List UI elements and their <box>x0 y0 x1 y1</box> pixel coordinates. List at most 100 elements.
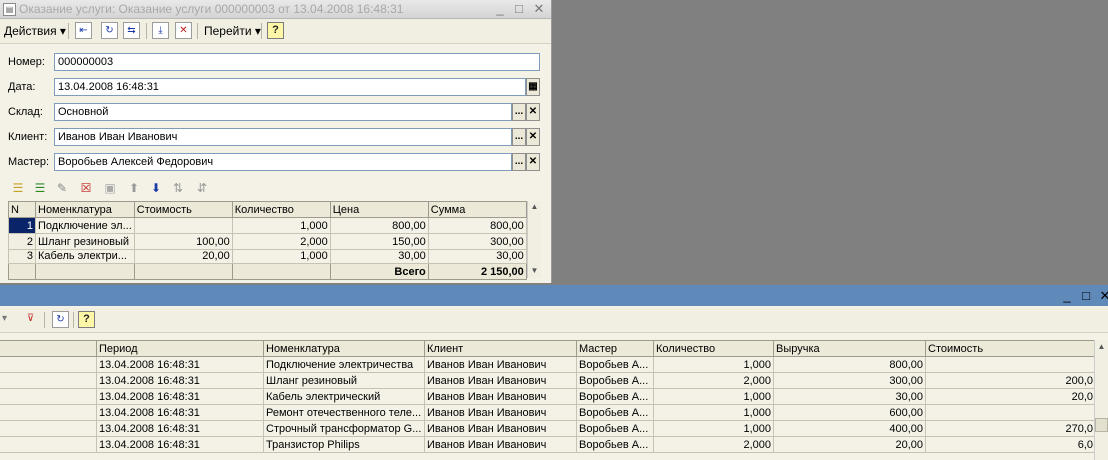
help-icon[interactable]: ? <box>267 22 284 39</box>
quantity-cell[interactable]: 1,000 <box>231 217 331 234</box>
period-cell[interactable]: 13.04.2008 16:48:31 <box>96 372 264 389</box>
date-field[interactable]: 13.04.2008 16:48:31 <box>54 78 526 96</box>
warehouse-select-button[interactable]: ... <box>512 103 526 121</box>
table-row[interactable]: 13.04.2008 16:48:31 Ремонт отечественног… <box>0 404 1096 421</box>
column-header[interactable]: Мастер <box>576 340 654 357</box>
cost-cell[interactable]: 6,0 <box>925 436 1096 453</box>
sum-cell[interactable]: 800,00 <box>427 217 527 234</box>
cost-cell[interactable]: 20,0 <box>925 388 1096 405</box>
cost-cell[interactable]: 270,0 <box>925 420 1096 437</box>
master-cell[interactable]: Воробьев А... <box>576 436 654 453</box>
revenue-cell[interactable]: 600,00 <box>773 404 926 421</box>
item-cell[interactable]: Строчный трансформатор G... <box>263 420 425 437</box>
sort-desc-icon[interactable]: ⇵ <box>194 180 210 196</box>
master-select-button[interactable]: ... <box>512 153 526 171</box>
maximize-button[interactable]: □ <box>1078 288 1094 303</box>
column-header[interactable]: Номенклатура <box>35 201 135 218</box>
row-marker-cell[interactable] <box>0 420 97 437</box>
column-header[interactable]: Стоимость <box>133 201 233 218</box>
table-row[interactable]: 13.04.2008 16:48:31 Подключение электрич… <box>0 356 1096 373</box>
goto-menu-button[interactable]: Перейти ▾ <box>204 24 261 38</box>
row-marker-cell[interactable] <box>0 404 97 421</box>
post-document-icon[interactable]: ⤓ <box>152 22 169 39</box>
quantity-cell[interactable]: 1,000 <box>653 356 774 373</box>
move-down-icon[interactable]: ⬇ <box>148 180 164 196</box>
price-cell[interactable]: 800,00 <box>329 217 429 234</box>
column-header[interactable]: Стоимость <box>925 340 1096 357</box>
row-number[interactable]: 1 <box>8 217 36 234</box>
revenue-cell[interactable]: 300,00 <box>773 372 926 389</box>
warehouse-field[interactable]: Основной <box>54 103 512 121</box>
item-cell[interactable]: Шланг резиновый <box>263 372 425 389</box>
document-window-titlebar[interactable]: ▤ Оказание услуги: Оказание услуги 00000… <box>0 0 551 19</box>
item-cell[interactable]: Шланг резиновый <box>35 233 135 250</box>
client-cell[interactable]: Иванов Иван Иванович <box>424 420 577 437</box>
item-cell[interactable]: Кабель электрический <box>263 388 425 405</box>
table-row[interactable]: 13.04.2008 16:48:31 Шланг резиновый Иван… <box>0 372 1096 389</box>
quantity-cell[interactable]: 2,000 <box>653 436 774 453</box>
master-cell[interactable]: Воробьев А... <box>576 388 654 405</box>
item-cell[interactable]: Подключение электричества <box>263 356 425 373</box>
period-cell[interactable]: 13.04.2008 16:48:31 <box>96 356 264 373</box>
table-row[interactable]: 13.04.2008 16:48:31 Строчный трансформат… <box>0 420 1096 437</box>
period-cell[interactable]: 13.04.2008 16:48:31 <box>96 436 264 453</box>
close-button[interactable]: ✕ <box>1097 288 1108 303</box>
cost-cell[interactable] <box>133 217 233 234</box>
minimize-button[interactable]: _ <box>492 1 508 16</box>
column-header[interactable]: Номенклатура <box>263 340 425 357</box>
quantity-cell[interactable]: 1,000 <box>653 404 774 421</box>
item-cell[interactable]: Ремонт отечественного теле... <box>263 404 425 421</box>
filter-icon[interactable]: ▾ <box>0 311 13 328</box>
calendar-icon[interactable]: ▦ <box>526 78 540 96</box>
table-row[interactable]: 2 Шланг резиновый 100,00 2,000 150,00 30… <box>8 233 527 250</box>
client-clear-button[interactable]: ✕ <box>526 128 540 146</box>
cost-cell[interactable]: 20,00 <box>133 249 233 264</box>
help-icon[interactable]: ? <box>78 311 95 328</box>
price-cell[interactable]: 30,00 <box>329 249 429 264</box>
unpost-document-icon[interactable]: ✕ <box>175 22 192 39</box>
scroll-thumb[interactable] <box>1095 418 1108 432</box>
quantity-cell[interactable]: 1,000 <box>653 388 774 405</box>
revenue-cell[interactable]: 800,00 <box>773 356 926 373</box>
client-cell[interactable]: Иванов Иван Иванович <box>424 388 577 405</box>
actions-menu-button[interactable]: Действия ▾ <box>4 24 66 38</box>
sum-cell[interactable]: 300,00 <box>427 233 527 250</box>
quantity-cell[interactable]: 1,000 <box>653 420 774 437</box>
column-header[interactable] <box>0 340 97 357</box>
revenue-cell[interactable]: 400,00 <box>773 420 926 437</box>
sort-asc-icon[interactable]: ⇅ <box>170 180 186 196</box>
quantity-cell[interactable]: 1,000 <box>231 249 331 264</box>
sum-cell[interactable]: 30,00 <box>427 249 527 264</box>
period-cell[interactable]: 13.04.2008 16:48:31 <box>96 404 264 421</box>
client-cell[interactable]: Иванов Иван Иванович <box>424 372 577 389</box>
master-cell[interactable]: Воробьев А... <box>576 420 654 437</box>
exchange-icon[interactable]: ⇆ <box>123 22 140 39</box>
maximize-button[interactable]: □ <box>511 1 527 16</box>
number-field[interactable]: 000000003 <box>54 53 540 71</box>
period-cell[interactable]: 13.04.2008 16:48:31 <box>96 420 264 437</box>
master-cell[interactable]: Воробьев А... <box>576 356 654 373</box>
table-row[interactable]: 3 Кабель электри... 20,00 1,000 30,00 30… <box>8 249 527 264</box>
cost-cell[interactable] <box>925 404 1096 421</box>
client-select-button[interactable]: ... <box>512 128 526 146</box>
quantity-cell[interactable]: 2,000 <box>231 233 331 250</box>
price-cell[interactable]: 150,00 <box>329 233 429 250</box>
row-number[interactable]: 3 <box>8 249 36 264</box>
scroll-up-icon[interactable]: ▲ <box>1095 341 1108 353</box>
close-button[interactable]: ✕ <box>531 1 547 16</box>
client-field[interactable]: Иванов Иван Иванович <box>54 128 512 146</box>
cost-cell[interactable] <box>925 356 1096 373</box>
refresh-icon[interactable]: ↻ <box>101 22 118 39</box>
copy-row-icon[interactable]: ☰ <box>32 180 48 196</box>
warehouse-clear-button[interactable]: ✕ <box>526 103 540 121</box>
items-table-scrollbar[interactable]: ▲ ▼ <box>527 201 541 278</box>
master-cell[interactable]: Воробьев А... <box>576 372 654 389</box>
item-cell[interactable]: Подключение эл... <box>35 217 135 234</box>
row-number[interactable]: 2 <box>8 233 36 250</box>
scroll-up-icon[interactable]: ▲ <box>528 201 541 213</box>
row-marker-cell[interactable] <box>0 436 97 453</box>
master-clear-button[interactable]: ✕ <box>526 153 540 171</box>
column-header[interactable]: Цена <box>329 201 429 218</box>
client-cell[interactable]: Иванов Иван Иванович <box>424 436 577 453</box>
report-window-titlebar[interactable]: _ □ ✕ <box>0 285 1108 306</box>
